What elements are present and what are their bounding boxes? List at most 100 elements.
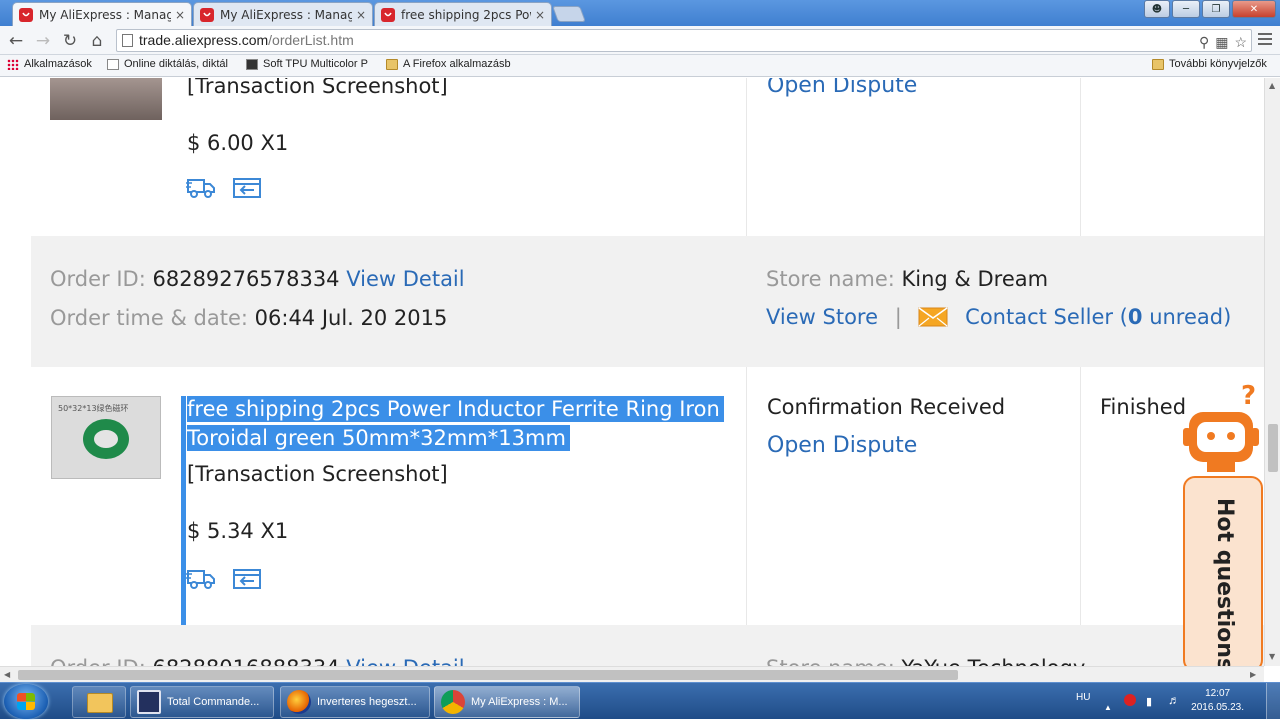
window-close-button[interactable]: ✕ (1232, 0, 1276, 18)
shipping-truck-icon[interactable] (186, 175, 216, 199)
contact-seller-label: Contact Seller ( (965, 305, 1128, 329)
firefox-icon (287, 690, 311, 714)
product-title-line2[interactable]: Toroidal green 50mm*32mm*13mm (181, 424, 576, 452)
item-price: $ 6.00 X1 (187, 131, 289, 155)
store-name-value: YaYue Technology (902, 656, 1086, 666)
translate-icon[interactable]: ▦ (1215, 32, 1228, 53)
windows-taskbar: Total Commande... Inverteres hegeszt... … (0, 682, 1280, 720)
taskbar-firefox[interactable]: Inverteres hegeszt... (280, 686, 430, 718)
close-icon[interactable]: × (356, 8, 366, 22)
scroll-down-arrow-icon[interactable]: ▼ (1269, 652, 1275, 661)
taskbar-label: My AliExpress : M... (471, 696, 568, 708)
tab-label: free shipping 2pcs Power (401, 7, 531, 22)
view-detail-link[interactable]: View Detail (346, 267, 464, 291)
column-divider (1080, 367, 1081, 625)
user-icon[interactable]: ☻ (1144, 0, 1170, 18)
return-box-icon[interactable] (232, 176, 262, 200)
store-name: Store name: YaYue Technology (766, 656, 1085, 666)
tab-aliexpress-2[interactable]: My AliExpress : Manage O × (193, 2, 373, 26)
zoom-icon[interactable]: ⚲ (1199, 32, 1209, 53)
forward-arrow-icon[interactable]: → (32, 30, 54, 52)
item-price: $ 5.34 X1 (187, 519, 289, 543)
volume-icon[interactable]: ♬ (1168, 693, 1180, 707)
return-box-icon[interactable] (232, 567, 262, 591)
scroll-up-arrow-icon[interactable]: ▲ (1269, 81, 1275, 90)
close-icon[interactable]: × (175, 8, 185, 22)
vertical-scrollbar[interactable]: ▲ ▼ (1264, 78, 1280, 666)
close-icon[interactable]: × (535, 8, 545, 22)
store-name-label: Store name: (766, 267, 895, 291)
open-dispute-link[interactable]: Open Dispute (767, 433, 917, 458)
bookmark-soft-tpu[interactable]: Soft TPU Multicolor P (246, 58, 374, 70)
bookmark-firefox-folder[interactable]: A Firefox alkalmazásb (386, 58, 516, 70)
chrome-menu-icon[interactable] (1258, 33, 1272, 47)
bookmark-label: További könyvjelzők (1169, 58, 1267, 70)
tab-free-shipping[interactable]: free shipping 2pcs Power × (374, 2, 552, 26)
bookmark-label: Online diktálás, diktál (124, 58, 228, 70)
open-dispute-link[interactable]: Open Dispute (767, 78, 917, 98)
order-time-label: Order time & date: (50, 306, 248, 330)
reload-icon[interactable]: ↻ (59, 30, 81, 52)
product-thumbnail[interactable] (50, 78, 162, 120)
maximize-button[interactable]: ❐ (1202, 0, 1230, 18)
taskbar-total-commander[interactable]: Total Commande... (130, 686, 274, 718)
robot-assistant-icon[interactable]: ? (1183, 378, 1263, 478)
bookmark-apps[interactable]: Alkalmazások (7, 58, 102, 70)
apps-grid-icon (7, 58, 19, 70)
system-tray: HU ▲ ▮ ♬ 12:07 2016.05.23. (1050, 683, 1280, 720)
clock-date: 2016.05.23. (1191, 702, 1244, 713)
tab-aliexpress-1[interactable]: My AliExpress : Manage O × (12, 2, 192, 26)
language-indicator[interactable]: HU (1076, 692, 1090, 703)
order-header: Order ID: 68288016888334 View Detail Sto… (31, 625, 1264, 666)
horizontal-scrollbar[interactable]: ◀ ▶ (0, 666, 1264, 682)
aliexpress-favicon-icon (381, 7, 395, 22)
bookmark-other-folder[interactable]: További könyvjelzők (1152, 58, 1276, 70)
window-controls: ☻ ─ ❐ ✕ (1144, 0, 1276, 18)
scroll-right-arrow-icon[interactable]: ▶ (1250, 670, 1256, 679)
order-time-value: 06:44 Jul. 20 2015 (254, 306, 448, 330)
browser-toolbar: ← → ↻ ⌂ trade.aliexpress.com/orderList.h… (0, 26, 1280, 55)
bookmark-star-icon[interactable]: ☆ (1234, 32, 1247, 53)
vertical-scroll-thumb[interactable] (1268, 424, 1278, 472)
transaction-screenshot-link[interactable]: [Transaction Screenshot] (187, 78, 448, 98)
product-title-line1[interactable]: free shipping 2pcs Power Inductor Ferrit… (181, 395, 730, 423)
page-icon (246, 58, 258, 70)
contact-seller-link[interactable]: Contact Seller (0 unread) (965, 305, 1231, 329)
order-id-label: Order ID: (50, 656, 146, 666)
order-header: Order ID: 68289276578334 View Detail Ord… (31, 236, 1264, 367)
back-arrow-icon[interactable]: ← (5, 30, 27, 52)
tray-expand-icon[interactable]: ▲ (1104, 703, 1112, 712)
scroll-left-arrow-icon[interactable]: ◀ (4, 670, 10, 679)
signal-icon[interactable]: ▮ (1146, 695, 1152, 708)
shipping-truck-icon[interactable] (186, 566, 216, 590)
url-path: /orderList.htm (268, 32, 354, 48)
transaction-screenshot-link[interactable]: [Transaction Screenshot] (187, 462, 448, 486)
explorer-folder-icon[interactable] (72, 686, 126, 718)
taskbar-chrome[interactable]: My AliExpress : M... (434, 686, 580, 718)
start-button[interactable] (4, 684, 48, 719)
clock[interactable]: 12:07 2016.05.23. (1191, 687, 1244, 715)
product-title-text: free shipping 2pcs Power Inductor Ferrit… (187, 396, 724, 422)
taskbar-label: Inverteres hegeszt... (317, 696, 417, 708)
new-tab-button[interactable] (552, 6, 586, 22)
aliexpress-favicon-icon (19, 7, 33, 22)
chrome-icon (441, 690, 465, 714)
product-thumbnail[interactable]: 50*32*13绿色磁环 (51, 396, 161, 479)
home-icon[interactable]: ⌂ (86, 30, 108, 52)
view-detail-link[interactable]: View Detail (346, 656, 464, 666)
show-desktop-button[interactable] (1266, 683, 1280, 720)
minimize-button[interactable]: ─ (1172, 0, 1200, 18)
horizontal-scroll-thumb[interactable] (18, 670, 958, 680)
order-id-value: 68289276578334 (152, 267, 340, 291)
envelope-icon (918, 307, 948, 327)
separator: | (894, 305, 902, 329)
order-id: Order ID: 68289276578334 View Detail (50, 267, 465, 291)
network-alert-icon[interactable] (1124, 694, 1136, 706)
hot-questions-label: Hot questions (1212, 498, 1237, 672)
address-bar[interactable]: trade.aliexpress.com/orderList.htm ⚲ ▦ ☆ (116, 29, 1252, 52)
bookmarks-bar: Alkalmazások Online diktálás, diktál Sof… (0, 55, 1280, 77)
view-store-link[interactable]: View Store (766, 305, 878, 329)
bookmark-online-diktalas[interactable]: Online diktálás, diktál (107, 58, 235, 70)
thumb-caption: 50*32*13绿色磁环 (58, 404, 129, 413)
unread-suffix: unread) (1142, 305, 1232, 329)
